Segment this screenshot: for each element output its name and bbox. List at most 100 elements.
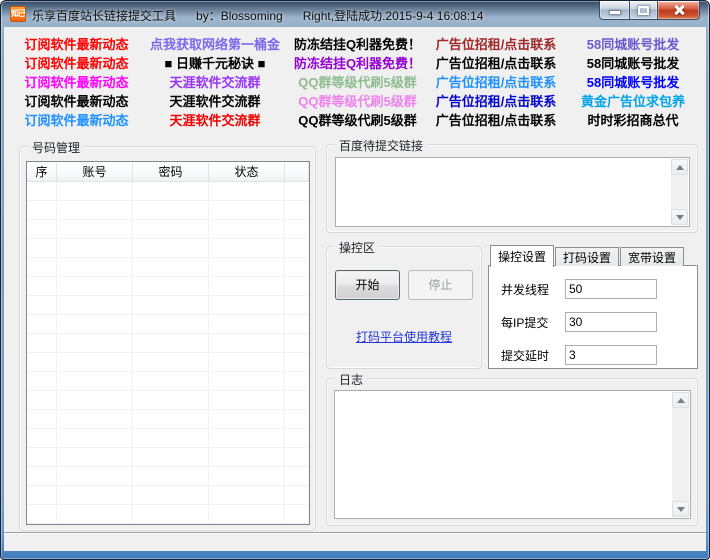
ad-link[interactable]: 58同城账号批发 [565, 34, 701, 53]
table-cell [27, 296, 57, 314]
submit-links-textarea[interactable] [335, 157, 690, 227]
table-cell [57, 277, 133, 295]
tab-宽带设置[interactable]: 宽带设置 [620, 247, 684, 266]
table-row[interactable] [27, 201, 309, 220]
table-row[interactable] [27, 429, 309, 448]
ad-link[interactable]: 订阅软件最新动态 [11, 91, 142, 110]
settings-field-input[interactable] [565, 345, 657, 365]
ad-link[interactable]: 广告位招租/点击联系 [427, 110, 565, 129]
captcha-tutorial-link[interactable]: 打码平台使用教程 [356, 330, 452, 344]
table-cell [285, 391, 309, 409]
number-manager-group: 号码管理 序账号密码状态 [19, 146, 316, 531]
table-cell [285, 467, 309, 485]
tab-操控设置[interactable]: 操控设置 [490, 245, 554, 267]
close-button[interactable] [657, 1, 700, 20]
table-cell [209, 372, 285, 390]
table-row[interactable] [27, 353, 309, 372]
table-row[interactable] [27, 448, 309, 467]
table-row[interactable] [27, 239, 309, 258]
ad-link[interactable]: 订阅软件最新动态 [11, 72, 142, 91]
ad-links-grid: 订阅软件最新动态点我获取网络第一桶金防冻结挂Q利器免费！广告位招租/点击联系58… [11, 34, 701, 129]
table-row[interactable] [27, 391, 309, 410]
table-cell [27, 239, 57, 257]
table-cell [133, 220, 209, 238]
log-textarea[interactable] [334, 390, 691, 519]
table-cell [285, 182, 309, 200]
ad-link[interactable]: QQ群等级代刷5级群 [288, 72, 427, 91]
table-row[interactable] [27, 296, 309, 315]
log-scrollbar[interactable] [672, 392, 689, 517]
ad-link[interactable]: 广告位招租/点击联系 [427, 34, 565, 53]
table-cell [57, 296, 133, 314]
table-cell [285, 277, 309, 295]
scroll-down-icon[interactable] [672, 501, 689, 517]
ad-link[interactable]: 天涯软件交流群 [142, 110, 288, 129]
ad-link[interactable]: 广告位招租/点击联系 [427, 91, 565, 110]
table-cell [27, 182, 57, 200]
table-cell [133, 296, 209, 314]
scroll-up-icon[interactable] [671, 159, 688, 175]
table-row[interactable] [27, 277, 309, 296]
table-row[interactable] [27, 220, 309, 239]
status-bar [4, 532, 706, 551]
table-row[interactable] [27, 467, 309, 486]
start-button[interactable]: 开始 [335, 270, 400, 300]
submit-links-group: 百度待提交链接 [326, 144, 698, 233]
table-row[interactable] [27, 258, 309, 277]
scroll-up-icon[interactable] [672, 392, 689, 408]
maximize-button[interactable] [629, 1, 657, 20]
ad-link[interactable]: QQ群等级代刷5级群 [288, 91, 427, 110]
column-header[interactable] [285, 162, 309, 182]
table-cell [209, 239, 285, 257]
ad-link[interactable]: 时时彩招商总代 [565, 110, 701, 129]
settings-field-input[interactable] [565, 312, 657, 332]
tab-打码设置[interactable]: 打码设置 [555, 247, 619, 266]
table-cell [27, 201, 57, 219]
column-header[interactable]: 密码 [133, 162, 209, 182]
ad-link[interactable]: 天涯软件交流群 [142, 72, 288, 91]
table-row[interactable] [27, 315, 309, 334]
table-cell [57, 372, 133, 390]
ad-link[interactable]: ■ 日赚千元秘诀 ■ [142, 53, 288, 72]
table-cell [209, 505, 285, 523]
table-cell [27, 258, 57, 276]
table-cell [133, 505, 209, 523]
accounts-table[interactable]: 序账号密码状态 [26, 161, 310, 525]
ad-link[interactable]: 订阅软件最新动态 [11, 110, 142, 129]
ad-link[interactable]: QQ群等级代刷5级群 [288, 110, 427, 129]
scroll-down-icon[interactable] [671, 209, 688, 225]
ad-link[interactable]: 防冻结挂Q利器免费！ [288, 34, 427, 53]
ad-link[interactable]: 点我获取网络第一桶金 [142, 34, 288, 53]
table-cell [27, 391, 57, 409]
ad-link[interactable]: 订阅软件最新动态 [11, 53, 142, 72]
table-row[interactable] [27, 410, 309, 429]
ad-link[interactable]: 58同城账号批发 [565, 72, 701, 91]
submit-links-scrollbar[interactable] [671, 159, 688, 225]
table-row[interactable] [27, 334, 309, 353]
ad-link[interactable]: 防冻结挂Q利器免费！ [288, 53, 427, 72]
table-cell [209, 334, 285, 352]
settings-field-input[interactable] [565, 279, 657, 299]
ad-link[interactable]: 天涯软件交流群 [142, 91, 288, 110]
table-row[interactable] [27, 505, 309, 524]
author-label: by：Blossoming [196, 9, 283, 23]
table-cell [57, 220, 133, 238]
column-header[interactable]: 账号 [57, 162, 133, 182]
minimize-icon [610, 11, 620, 14]
ad-link[interactable]: 广告位招租/点击联系 [427, 53, 565, 72]
table-row[interactable] [27, 486, 309, 505]
column-header[interactable]: 状态 [209, 162, 285, 182]
table-cell [133, 239, 209, 257]
ad-link[interactable]: 订阅软件最新动态 [11, 34, 142, 53]
minimize-button[interactable] [599, 1, 629, 20]
column-header[interactable]: 序 [27, 162, 57, 182]
table-cell [57, 486, 133, 504]
ad-link[interactable]: 黄金广告位求包养 [565, 91, 701, 110]
ad-link[interactable]: 58同城账号批发 [565, 53, 701, 72]
table-row[interactable] [27, 372, 309, 391]
table-cell [57, 315, 133, 333]
title-bar[interactable]: 知己 乐享百度站长链接提交工具by：BlossomingRight,登陆成功.2… [1, 1, 709, 27]
table-cell [209, 277, 285, 295]
ad-link[interactable]: 广告位招租/点击联系 [427, 72, 565, 91]
table-row[interactable] [27, 182, 309, 201]
